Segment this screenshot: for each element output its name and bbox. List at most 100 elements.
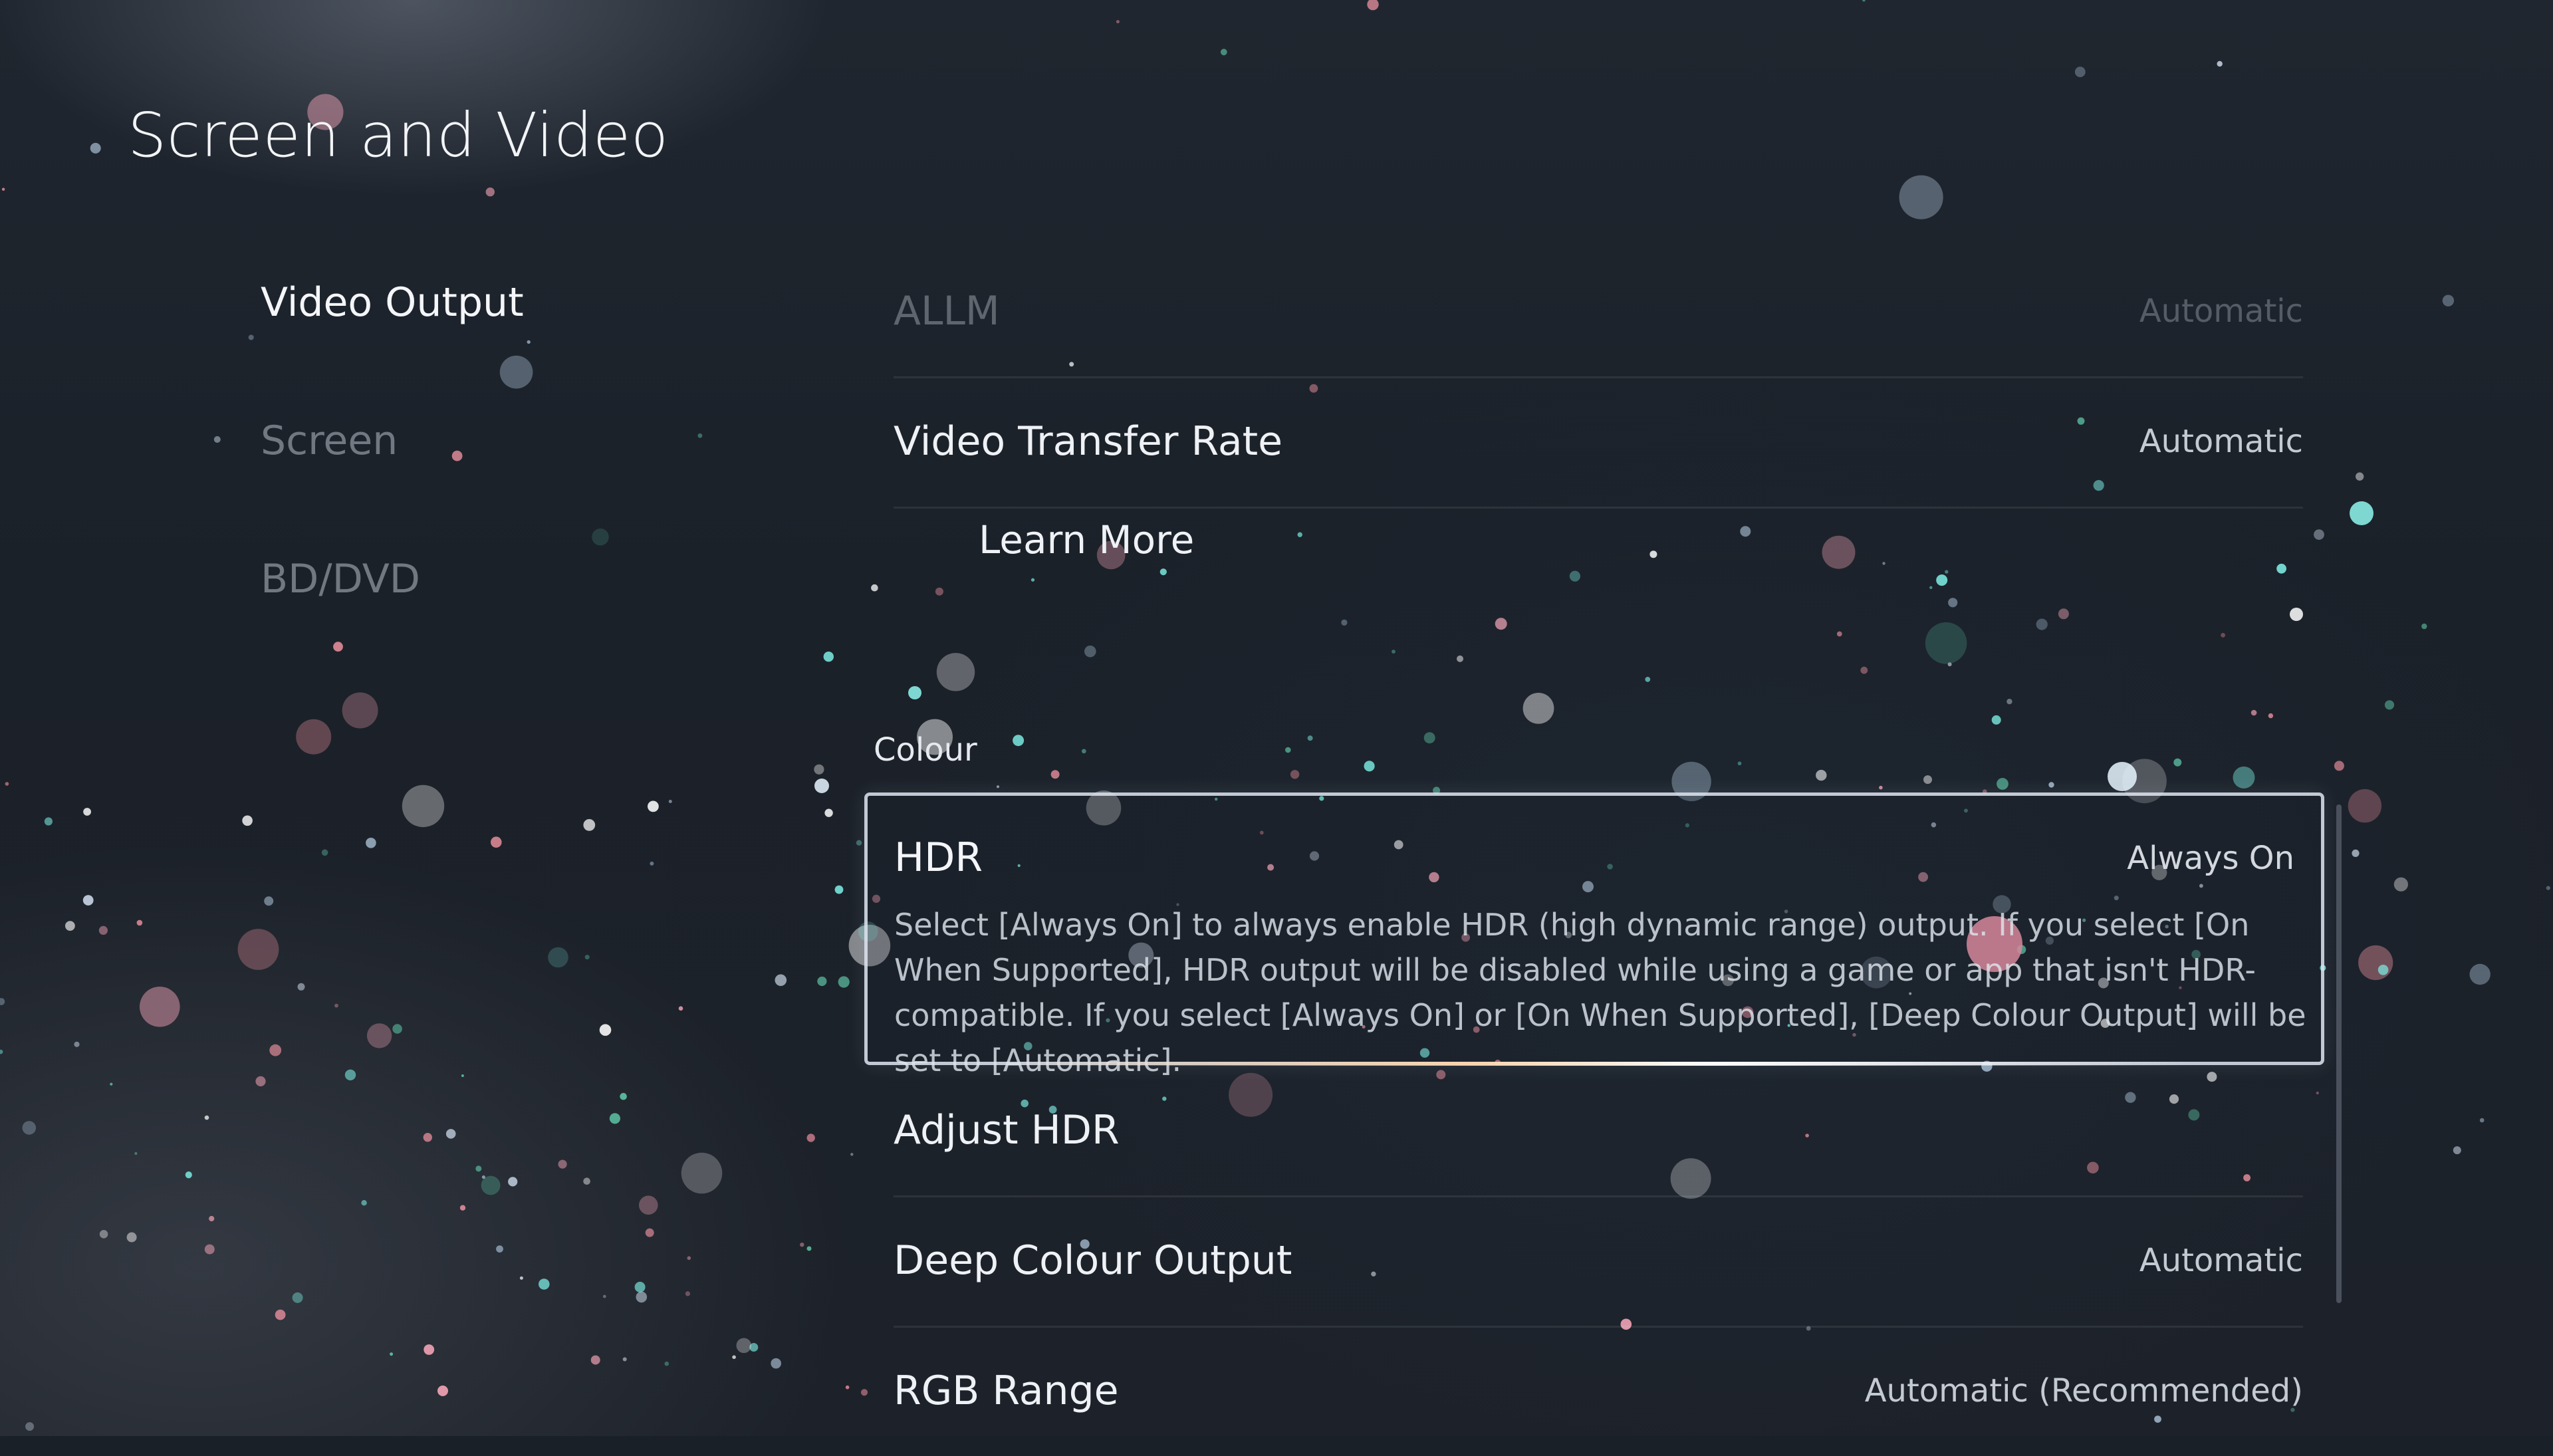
bokeh-dot [823,652,834,662]
bokeh-dot [648,800,659,812]
setting-label: Deep Colour Output [894,1237,1292,1284]
bokeh-dot [2276,563,2287,574]
bokeh-dot [1495,618,1507,630]
bokeh-dot [2393,877,2408,892]
bokeh-dot [2006,699,2012,705]
bokeh-dot [264,896,274,906]
setting-row-deep-colour-output[interactable]: Deep Colour Output Automatic [894,1195,2303,1328]
setting-row-video-transfer-rate[interactable]: Video Transfer Rate Automatic [894,376,2303,509]
bokeh-dot [590,1355,600,1365]
bokeh-dot [2546,886,2550,890]
bokeh-dot [424,1344,435,1355]
bokeh-dot [636,1291,648,1303]
bokeh-dot [2316,1091,2319,1095]
bokeh-dot [269,1044,282,1056]
bokeh-dot [1050,770,1060,779]
bokeh-dot [736,1338,752,1354]
bokeh-dot [342,692,378,729]
bokeh-dot [126,1232,137,1243]
bokeh-dot [824,808,833,817]
bokeh-dot [1948,598,1958,608]
learn-more-link[interactable]: Learn More [979,507,1194,573]
bokeh-dot [1899,175,1943,219]
bokeh-dot [687,1256,691,1261]
bokeh-dot [634,1281,646,1292]
bokeh-dot [2250,709,2257,716]
bokeh-dot [496,1245,503,1253]
bokeh-dot [2036,618,2048,630]
bokeh-dot [99,1230,108,1239]
bokeh-dot [1569,570,1580,582]
bokeh-dot [248,334,254,340]
bokeh-dot [2074,66,2086,78]
sidebar-item-screen[interactable]: Screen [261,418,524,556]
bokeh-dot [800,1243,804,1247]
bokeh-dot [136,919,143,926]
setting-value: Automatic [2139,1242,2303,1279]
sidebar-nav: Video Output Screen BD/DVD [261,279,524,694]
bokeh-dot [1645,677,1651,682]
bokeh-dot [609,1113,621,1124]
bokeh-dot [1822,535,1856,569]
section-header-colour: Colour [874,731,977,769]
setting-row-hdr[interactable]: HDR Always On Select [Always On] to alwa… [864,792,2324,1078]
bokeh-dot [321,849,328,856]
bokeh-dot [1285,747,1291,753]
bokeh-dot [1031,578,1035,582]
setting-label: RGB Range [894,1368,1119,1414]
bokeh-dot [622,1357,627,1362]
setting-value: Automatic (Recommended) [1864,1372,2303,1409]
bokeh-dot [583,819,596,831]
bokeh-dot [817,976,827,987]
bokeh-dot [237,929,279,970]
bokeh-dot [602,1294,606,1298]
bokeh-dot [437,1386,448,1396]
bokeh-dot [1649,550,1657,558]
bokeh-highlight [908,686,921,699]
bokeh-dot [2334,761,2344,771]
sidebar-item-video-output[interactable]: Video Output [261,279,524,418]
bokeh-highlight [2350,501,2373,525]
sidebar-item-bd-dvd[interactable]: BD/DVD [261,556,524,694]
bokeh-dot [204,1244,215,1255]
bokeh-dot [1013,735,1025,747]
bokeh-dot [2384,700,2395,710]
bokeh-dot [204,1115,209,1120]
bokeh-dot [1341,619,1348,626]
setting-row-rgb-range[interactable]: RGB Range Automatic (Recommended) [894,1326,2303,1456]
bokeh-dot [2356,472,2364,481]
bokeh-dot [1836,631,1842,637]
bokeh-dot [814,764,824,775]
bokeh-dot [1081,749,1086,754]
bokeh-dot [697,433,703,438]
bokeh-dot [1220,49,1227,56]
bokeh-dot [1991,715,2001,725]
setting-row-allm[interactable]: ALLM Automatic [894,246,2303,378]
bokeh-dot [344,1069,356,1081]
bokeh-dot [771,1358,781,1369]
bokeh-dot [2469,963,2491,985]
bokeh-dot [775,974,787,987]
bokeh-dot [639,1195,658,1215]
setting-row-adjust-hdr[interactable]: Adjust HDR [894,1065,2303,1197]
bokeh-dot [296,719,332,755]
bokeh-dot [1522,693,1554,724]
bokeh-dot [2453,1146,2461,1155]
bokeh-dot [1923,775,1932,785]
bokeh-dot [361,1200,367,1206]
bokeh-dot [392,1024,402,1034]
scrollbar[interactable] [2336,804,2342,1303]
bokeh-dot [856,840,862,846]
bokeh-dot [65,921,75,931]
bokeh-dot [539,1278,550,1290]
bokeh-dot [685,1291,690,1296]
bokeh-dot [678,1006,683,1011]
bokeh-dot [850,1153,854,1156]
bokeh-dot [1290,770,1300,779]
setting-value: Automatic [2139,293,2303,330]
bokeh-dot [481,1175,486,1179]
bokeh-dot [134,1152,138,1155]
bokeh-dot [2358,945,2393,981]
bokeh-dot [461,1074,464,1077]
setting-label: Video Transfer Rate [894,418,1283,465]
